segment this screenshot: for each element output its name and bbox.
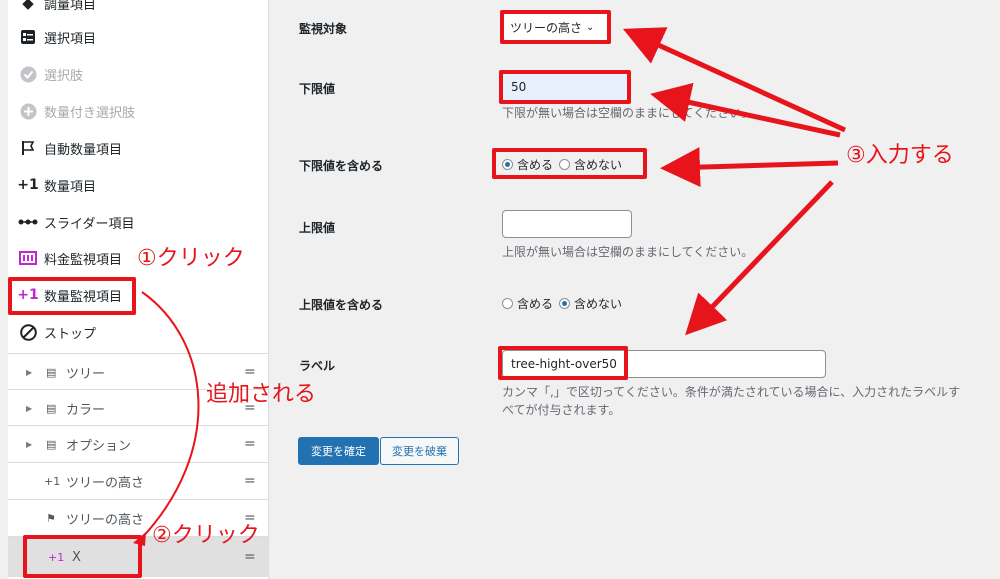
arrow-added-curve xyxy=(139,291,200,541)
arrow-added-head xyxy=(133,532,146,546)
arrow-to-include-lower xyxy=(660,147,839,188)
annotation-arrows xyxy=(133,27,847,546)
arrow-to-label-field xyxy=(685,180,834,336)
